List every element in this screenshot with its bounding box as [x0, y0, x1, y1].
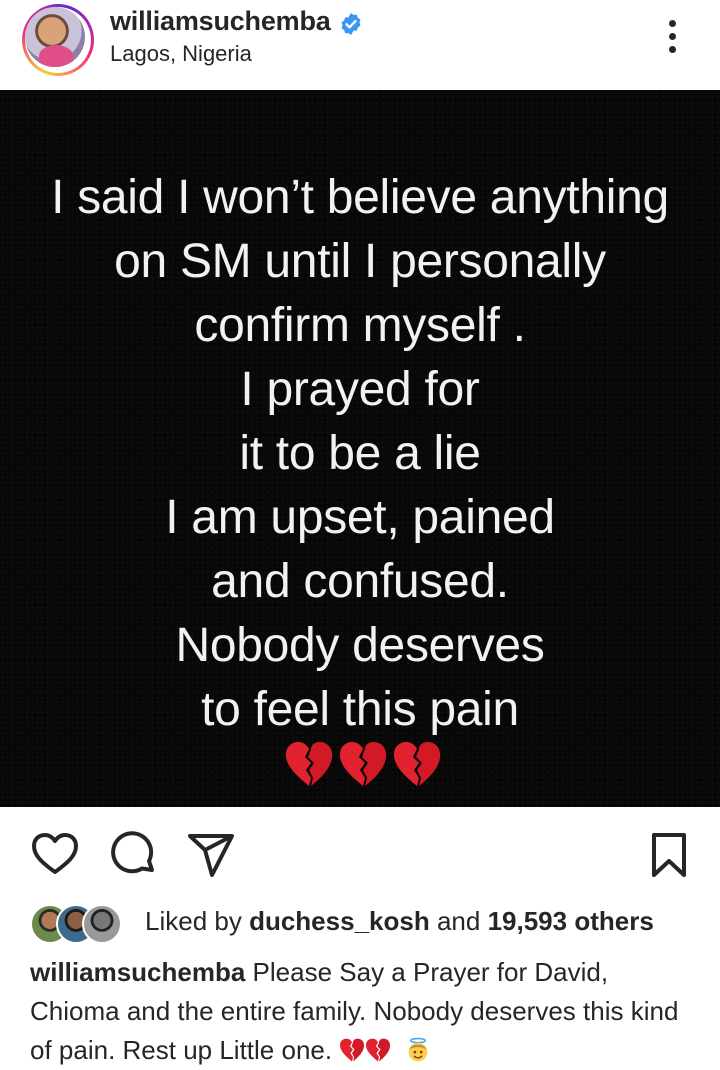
liker-avatars[interactable] — [30, 903, 130, 944]
post-header: williamsuchemba Lagos, Nigeria — [0, 0, 720, 90]
likes-summary[interactable]: Liked by duchess_kosh and 19,593 others — [145, 906, 654, 937]
broken-heart-icon — [339, 742, 387, 786]
send-icon — [188, 834, 234, 877]
broken-heart-icon — [393, 742, 441, 786]
post-image[interactable]: I said I won’t believe anything on SM un… — [0, 90, 720, 807]
post-text-line: Nobody deserves — [175, 619, 545, 672]
location-link[interactable]: Lagos, Nigeria — [110, 41, 252, 67]
likes-row: Liked by duchess_kosh and 19,593 others — [30, 903, 710, 944]
caption-username[interactable]: williamsuchemba — [30, 957, 245, 987]
likes-count[interactable]: 19,593 others — [488, 906, 654, 936]
heart-outline-icon — [32, 833, 78, 874]
post-text-line: on SM until I personally — [114, 235, 606, 288]
post-text-line: I said I won’t believe anything — [51, 171, 669, 224]
avatar — [25, 7, 85, 67]
angel-face-icon — [408, 1037, 427, 1062]
liker-avatar — [82, 904, 122, 944]
broken-heart-icon — [340, 1038, 365, 1062]
post-caption: williamsuchemba Please Say a Prayer for … — [30, 953, 700, 1070]
post-text-line: I prayed for — [240, 363, 480, 416]
post-text-line: it to be a lie — [239, 427, 481, 480]
bookmark-icon — [652, 833, 686, 877]
post-text-line: I am upset, pained — [165, 491, 555, 544]
more-options-icon[interactable] — [655, 12, 689, 60]
post-text-line: to feel this pain — [201, 683, 519, 736]
post-action-bar — [0, 820, 720, 890]
broken-heart-icon — [366, 1038, 391, 1062]
story-ring-avatar[interactable] — [22, 4, 94, 76]
post-image-text: I said I won’t believe anything on SM un… — [0, 166, 720, 742]
liker-username[interactable]: duchess_kosh — [249, 906, 430, 936]
broken-hearts — [284, 740, 444, 790]
broken-heart-icon — [285, 742, 333, 786]
verified-badge-icon — [341, 13, 361, 35]
username-link[interactable]: williamsuchemba — [110, 6, 331, 37]
comment-icon — [111, 831, 154, 874]
share-button[interactable] — [186, 830, 236, 880]
save-button[interactable] — [644, 830, 694, 880]
post-text-line: confirm myself . — [194, 299, 526, 352]
like-button[interactable] — [30, 830, 80, 880]
post-text-line: and confused. — [211, 555, 509, 608]
comment-button[interactable] — [108, 830, 158, 880]
